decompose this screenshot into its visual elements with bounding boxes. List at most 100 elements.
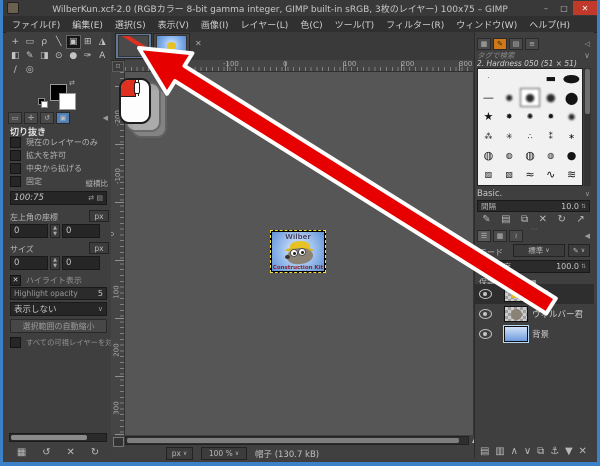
- brush-cell[interactable]: ★: [478, 107, 499, 126]
- brush-cell[interactable]: ●: [520, 88, 541, 107]
- brushes-tab[interactable]: ✎: [493, 38, 507, 50]
- brush-cell[interactable]: ⁑: [540, 127, 561, 146]
- menu-image[interactable]: 画像(I): [196, 17, 234, 32]
- tool-text[interactable]: A: [95, 49, 110, 63]
- brush-cell[interactable]: ●: [499, 88, 520, 107]
- close-button[interactable]: ✕: [573, 1, 597, 15]
- tool-bucket-fill[interactable]: ◧: [8, 49, 23, 63]
- crop-option-row[interactable]: 拡大を許可: [10, 150, 66, 161]
- position-x-field[interactable]: 0: [10, 224, 48, 238]
- position-y-field[interactable]: 0: [62, 224, 100, 238]
- default-colors-icon[interactable]: [38, 98, 47, 107]
- minimize-button[interactable]: –: [537, 1, 555, 15]
- brush-cell[interactable]: ≈: [520, 165, 541, 184]
- dock-arrow-icon[interactable]: ◁: [585, 40, 590, 48]
- brush-cell[interactable]: ◍: [499, 146, 520, 165]
- ruler-corner-icon[interactable]: ⊡: [112, 61, 124, 72]
- guides-dropdown[interactable]: 表示しない ∨: [10, 302, 107, 316]
- tool-pencil[interactable]: ✎: [23, 49, 38, 63]
- brush-cell[interactable]: ✺: [520, 107, 541, 126]
- position-spinner[interactable]: ▲▼: [50, 224, 60, 238]
- image-tab-screenshot[interactable]: [115, 33, 152, 59]
- tool-scissors-select[interactable]: ╲: [52, 35, 67, 49]
- raise-layer-icon[interactable]: ∧: [511, 446, 518, 457]
- menu-view[interactable]: 表示(V): [153, 17, 194, 32]
- background-color-swatch[interactable]: [59, 93, 76, 110]
- crop-option-row[interactable]: 現在のレイヤーのみ: [10, 137, 98, 148]
- swap-colors-icon[interactable]: ⇄: [69, 79, 75, 87]
- delete-layer-icon[interactable]: ✕: [579, 446, 587, 457]
- brush-cell[interactable]: ✸: [499, 107, 520, 126]
- chevron-down-icon[interactable]: ∨: [584, 51, 590, 60]
- brush-spacing-slider[interactable]: 間隔 10.0 ⇅: [477, 200, 590, 212]
- menu-help[interactable]: ヘルプ(H): [524, 17, 575, 32]
- mode-switch-dropdown[interactable]: ✎ ∨: [568, 244, 590, 257]
- open-brush-as-image-icon[interactable]: ↗: [576, 214, 584, 225]
- crop-option-checkbox[interactable]: [10, 137, 21, 148]
- highlight-row[interactable]: ✕ ハイライト表示: [10, 275, 82, 286]
- menu-layer[interactable]: レイヤー(L): [236, 17, 294, 32]
- fixed-checkbox[interactable]: [10, 176, 21, 187]
- unit-dropdown[interactable]: px ∨: [166, 447, 193, 460]
- swap-aspect-icon[interactable]: ⇄ ▤: [88, 194, 103, 202]
- brush-cell[interactable]: ⁂: [478, 127, 499, 146]
- tool-crop[interactable]: ▣: [66, 35, 81, 49]
- brush-cell[interactable]: ·: [478, 69, 499, 88]
- tool-free-select[interactable]: ρ: [37, 35, 52, 49]
- size-y-field[interactable]: 0: [62, 256, 100, 270]
- refresh-brushes-icon[interactable]: ↻: [557, 214, 565, 225]
- brush-cell[interactable]: ◍: [520, 146, 541, 165]
- menu-edit[interactable]: 編集(E): [67, 17, 108, 32]
- zoom-dropdown[interactable]: 100 % ∨: [201, 447, 247, 460]
- tool-unified-transform[interactable]: ⊞: [81, 35, 96, 49]
- fixed-row[interactable]: 固定: [10, 176, 42, 187]
- brush-cell[interactable]: ●: [561, 146, 582, 165]
- delete-brush-icon[interactable]: ✕: [539, 214, 547, 225]
- layer-thumbnail[interactable]: [504, 306, 528, 322]
- auto-shrink-button[interactable]: 選択範囲の自動縮小: [10, 319, 107, 333]
- fonts-tab[interactable]: ▤: [509, 38, 523, 50]
- channels-tab[interactable]: ▦: [493, 230, 507, 242]
- tool-zoom[interactable]: ◎: [23, 63, 38, 77]
- size-spinner[interactable]: ▲▼: [50, 256, 60, 270]
- menu-windows[interactable]: ウィンドウ(W): [451, 17, 522, 32]
- brush-grid[interactable]: ·▬●—●●●●★✸✺✹●⁂✳∴⁑∗◍◍◍◍●▨▧≈∿≋: [477, 68, 583, 186]
- brush-cell[interactable]: ◍: [540, 146, 561, 165]
- brush-cell[interactable]: ▧: [499, 165, 520, 184]
- menu-colors[interactable]: 色(C): [295, 17, 327, 32]
- anchor-layer-icon[interactable]: ⚓: [550, 446, 559, 457]
- size-unit-chip[interactable]: px: [89, 242, 109, 254]
- highlight-opacity-slider[interactable]: Highlight opacity 5: [10, 287, 107, 300]
- layer-thumbnail[interactable]: [504, 286, 528, 302]
- restore-preset-icon[interactable]: ↺: [42, 447, 50, 458]
- new-layer-group-icon[interactable]: ▥: [495, 446, 504, 457]
- tool-options-tab[interactable]: ▭: [8, 112, 22, 124]
- brush-cell[interactable]: ●: [561, 88, 582, 107]
- delete-preset-icon[interactable]: ✕: [66, 447, 74, 458]
- brush-cell[interactable]: [520, 69, 541, 88]
- pointer-tab[interactable]: ▣: [56, 112, 70, 124]
- crop-option-checkbox[interactable]: [10, 150, 21, 161]
- tab-close-icon[interactable]: ✕: [195, 39, 202, 48]
- layer-row[interactable]: 背景: [475, 324, 594, 344]
- brush-cell[interactable]: [499, 69, 520, 88]
- menu-tools[interactable]: ツール(T): [330, 17, 380, 32]
- menu-file[interactable]: ファイル(F): [7, 17, 65, 32]
- device-status-tab[interactable]: ✛: [24, 112, 38, 124]
- shrink-merged-row[interactable]: すべての可視レイヤーを対象に: [10, 337, 127, 348]
- spinner-icon[interactable]: ⇅: [581, 203, 586, 210]
- dock-arrow-icon[interactable]: ◀: [103, 114, 108, 122]
- tool-paths[interactable]: ✑: [81, 49, 96, 63]
- lower-layer-icon[interactable]: ∨: [524, 446, 531, 457]
- menu-select[interactable]: 選択(S): [110, 17, 151, 32]
- brush-cell[interactable]: ∴: [520, 127, 541, 146]
- brush-cell[interactable]: ≋: [561, 165, 582, 184]
- tool-measure[interactable]: ∕: [8, 63, 23, 77]
- opacity-slider[interactable]: 不透明度 100.0 ⇅: [477, 260, 590, 273]
- highlight-checkbox[interactable]: ✕: [10, 275, 21, 286]
- mode-dropdown[interactable]: 標準 ∨: [513, 244, 565, 257]
- merge-down-icon[interactable]: ▼: [565, 446, 573, 457]
- edit-brush-icon[interactable]: ✎: [482, 214, 490, 225]
- brush-grid-scrollbar[interactable]: [584, 68, 591, 186]
- document-history-tab[interactable]: ≡: [525, 38, 539, 50]
